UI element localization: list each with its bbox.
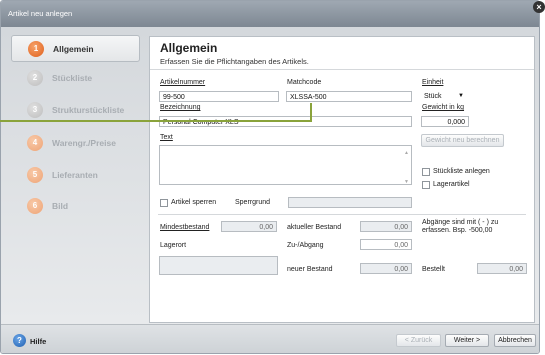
dialog-body: 1 Allgemein 2 Stückliste 3 Strukturstück…: [1, 27, 539, 324]
step-number-1: 1: [28, 41, 44, 57]
artikelnummer-label: Artikelnummer: [160, 79, 206, 86]
step-allgemein[interactable]: 1 Allgemein: [11, 35, 140, 62]
einheit-value: Stück: [424, 93, 442, 100]
step-label: Allgemein: [53, 44, 94, 54]
help-label[interactable]: Hilfe: [30, 337, 46, 346]
scroll-down-icon[interactable]: ▼: [404, 177, 409, 188]
dialog-footer: ? Hilfe < Zurück Weiter > Abbrechen: [1, 324, 539, 353]
callout-line-horizontal: [0, 120, 312, 122]
gewicht-field[interactable]: 0,000: [421, 116, 469, 127]
aktueller-bestand-label: aktueller Bestand: [287, 224, 342, 231]
step-label: Lieferanten: [52, 170, 98, 180]
text-label: Text: [160, 134, 173, 141]
matchcode-label: Matchcode: [287, 79, 322, 86]
bezeichnung-label: Bezeichnung: [160, 104, 201, 111]
zu-abgang-label: Zu-/Abgang: [287, 242, 324, 249]
window-title: Artikel neu anlegen: [8, 9, 73, 18]
help-icon[interactable]: ?: [13, 334, 26, 347]
mindestbestand-label: Mindestbestand: [160, 224, 210, 231]
panel-subtitle: Erfassen Sie die Pflichtangaben des Arti…: [160, 57, 309, 66]
matchcode-field[interactable]: XLSSA-500: [286, 91, 412, 102]
step-label: Strukturstückliste: [52, 105, 125, 115]
step-stueckliste[interactable]: 2 Stückliste: [11, 65, 138, 90]
artikel-sperren-label: Artikel sperren: [171, 199, 217, 206]
close-icon[interactable]: ×: [533, 1, 545, 13]
step-strukturstueckliste[interactable]: 3 Strukturstückliste: [11, 97, 138, 122]
step-bild[interactable]: 6 Bild: [11, 193, 138, 218]
abgaenge-hinweis: Abgänge sind mit ( - ) zu erfassen. Bsp.…: [422, 219, 499, 234]
stueckliste-anlegen-checkbox[interactable]: [422, 168, 430, 176]
step-label: Warengr./Preise: [52, 138, 116, 148]
sperrgrund-field[interactable]: [288, 197, 412, 208]
gewicht-neu-berechnen-button[interactable]: Gewicht neu berechnen: [421, 134, 504, 147]
lagerort-label: Lagerort: [160, 242, 187, 249]
step-label: Stückliste: [52, 73, 93, 83]
chevron-down-icon: ▼: [458, 93, 464, 99]
bestellt-field: 0,00: [477, 263, 527, 274]
title-bar: Artikel neu anlegen: [1, 1, 539, 27]
back-button[interactable]: < Zurück: [396, 334, 441, 347]
mindestbestand-field[interactable]: 0,00: [221, 221, 277, 232]
scroll-up-icon[interactable]: ▲: [404, 148, 409, 159]
step-warengruppen-preise[interactable]: 4 Warengr./Preise: [11, 130, 138, 155]
aktueller-bestand-field: 0,00: [360, 221, 412, 232]
step-number-3: 3: [27, 102, 43, 118]
gewicht-label: Gewicht in kg: [422, 104, 465, 111]
cancel-button[interactable]: Abbrechen: [494, 334, 536, 347]
step-number-2: 2: [27, 70, 43, 86]
artikel-sperren-checkbox[interactable]: [160, 199, 168, 207]
panel-title: Allgemein: [160, 41, 218, 55]
divider: [158, 214, 526, 215]
text-area[interactable]: ▲ ▼: [159, 145, 412, 185]
stueckliste-anlegen-label: Stückliste anlegen: [433, 168, 490, 175]
step-number-5: 5: [27, 167, 43, 183]
lagerartikel-label: Lagerartikel: [433, 181, 470, 188]
step-number-6: 6: [27, 198, 43, 214]
panel-header: Allgemein Erfassen Sie die Pflichtangabe…: [150, 37, 534, 70]
dialog-window: Artikel neu anlegen 1 Allgemein 2 Stückl…: [0, 0, 540, 354]
bestellt-label: Bestellt: [422, 266, 445, 273]
neuer-bestand-field: 0,00: [360, 263, 412, 274]
step-label: Bild: [52, 201, 69, 211]
zu-abgang-field[interactable]: 0,00: [360, 239, 412, 250]
content-panel: Allgemein Erfassen Sie die Pflichtangabe…: [149, 36, 535, 323]
sperrgrund-label: Sperrgrund: [235, 199, 271, 206]
artikelnummer-field[interactable]: 99-500: [159, 91, 279, 102]
step-number-4: 4: [27, 135, 43, 151]
step-lieferanten[interactable]: 5 Lieferanten: [11, 162, 138, 187]
next-button[interactable]: Weiter >: [445, 334, 489, 347]
lagerort-field[interactable]: [159, 256, 278, 275]
einheit-label: Einheit: [422, 79, 444, 86]
einheit-select[interactable]: Stück ▼: [421, 91, 469, 102]
neuer-bestand-label: neuer Bestand: [287, 266, 333, 273]
lagerartikel-checkbox[interactable]: [422, 181, 430, 189]
